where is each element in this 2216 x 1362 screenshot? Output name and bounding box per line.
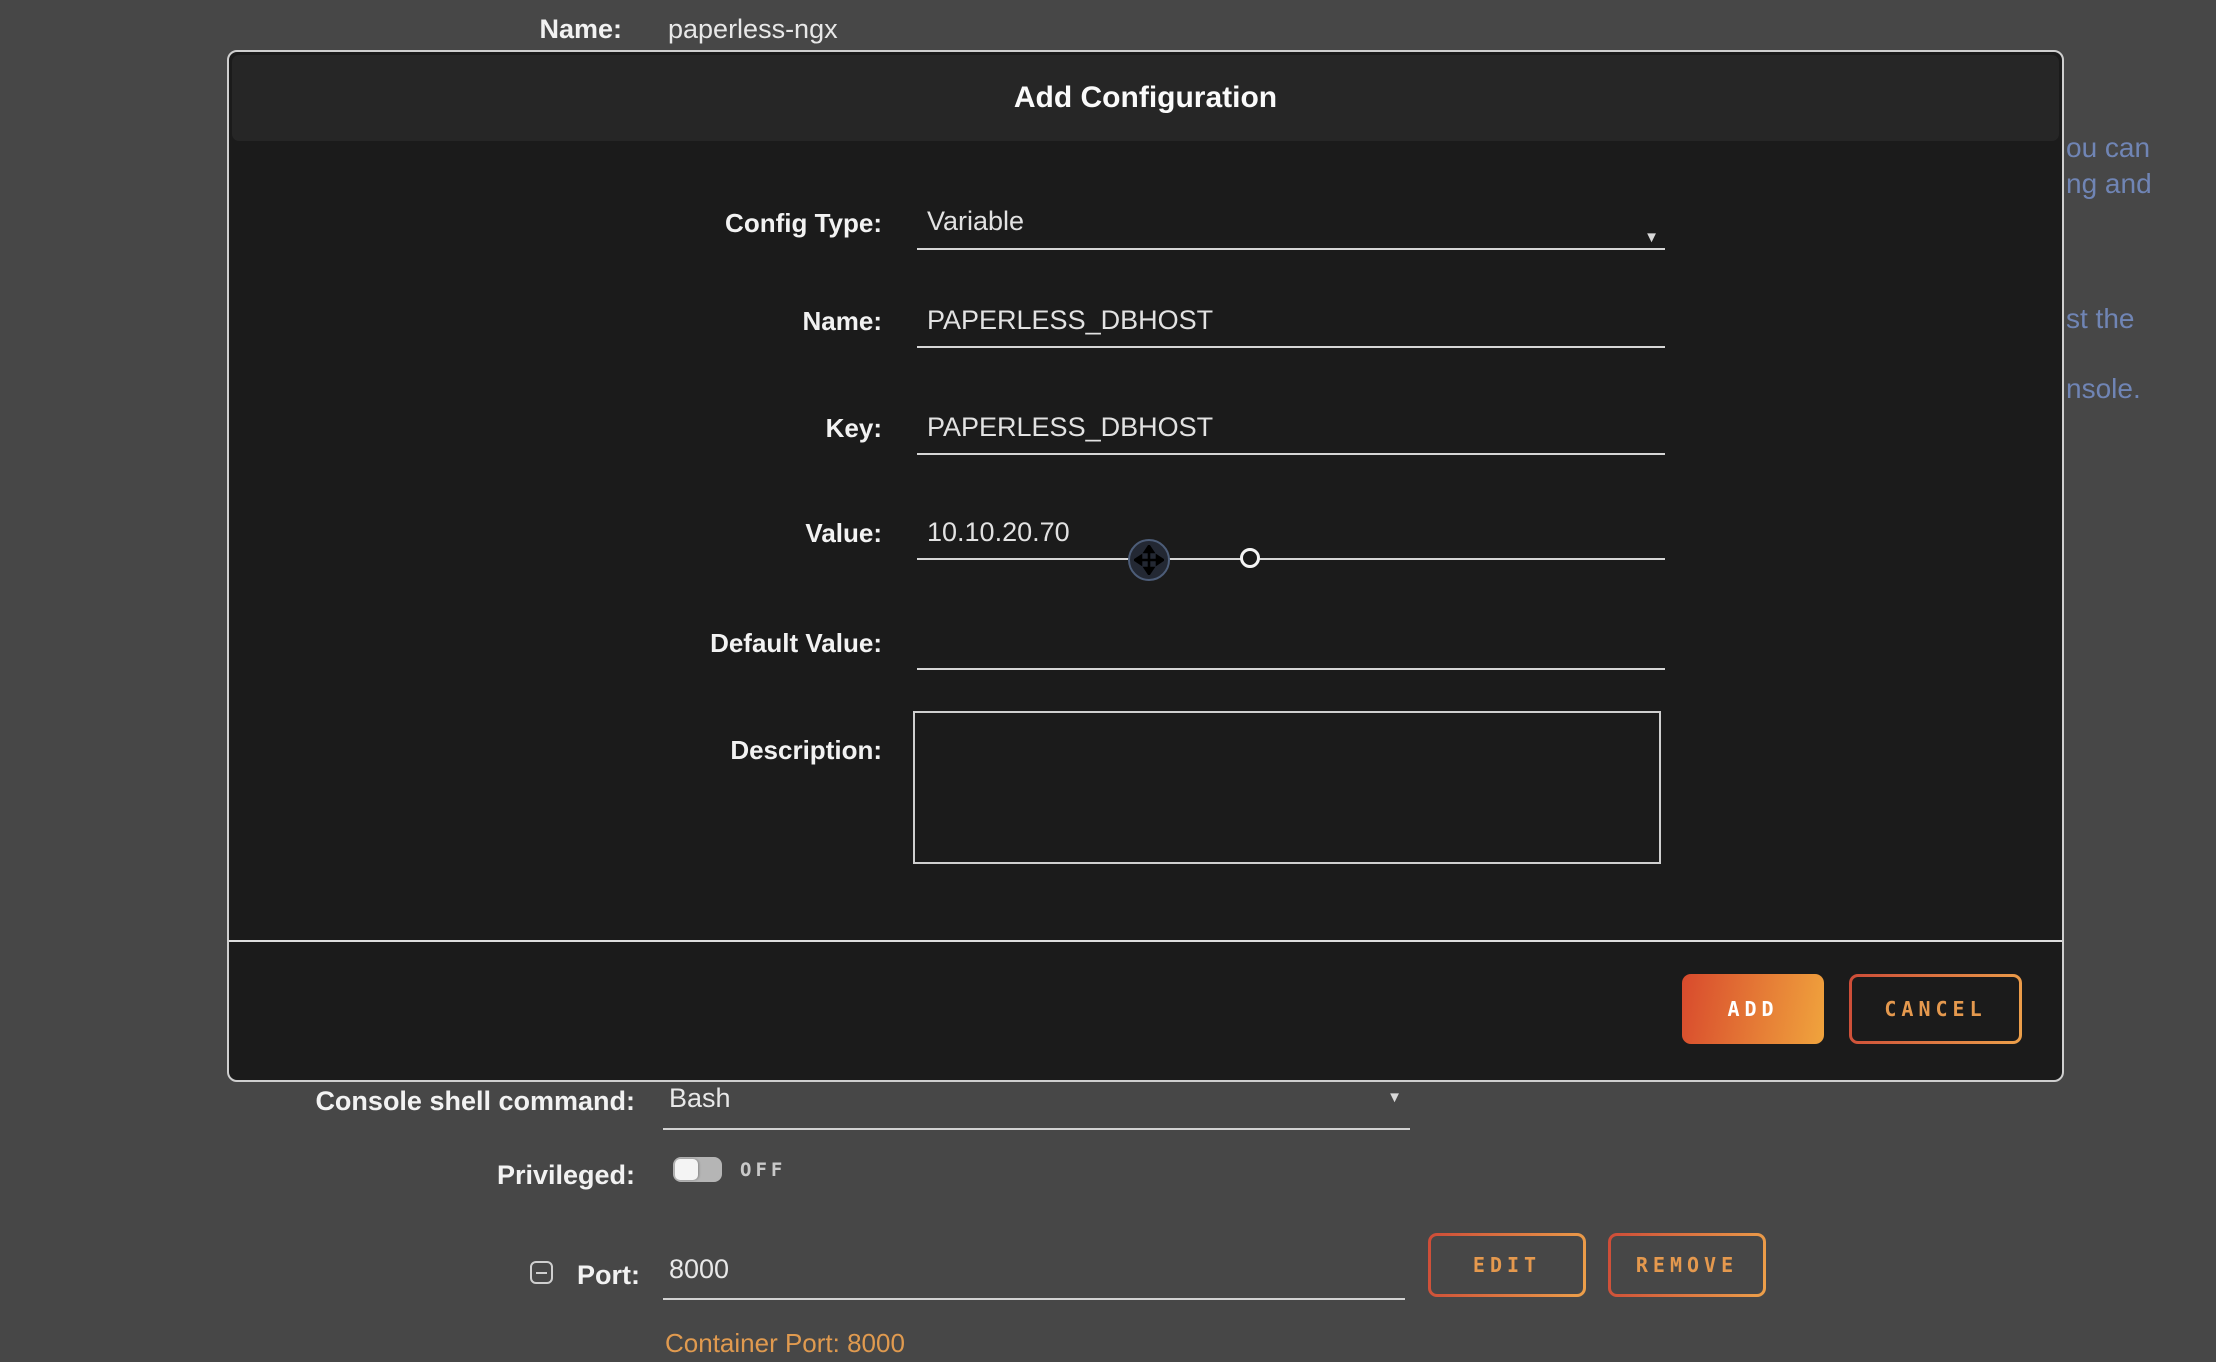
port-value: 8000 bbox=[663, 1254, 729, 1284]
console-shell-value: Bash bbox=[663, 1083, 731, 1113]
name-input[interactable] bbox=[917, 295, 1665, 348]
toggle-knob-icon bbox=[675, 1159, 698, 1180]
container-port-note: Container Port: 8000 bbox=[665, 1328, 905, 1359]
privileged-state: OFF bbox=[740, 1159, 786, 1181]
description-textarea[interactable] bbox=[913, 711, 1661, 864]
chevron-down-icon: ▼ bbox=[1387, 1089, 1402, 1106]
privileged-label: Privileged: bbox=[300, 1160, 635, 1191]
value-label: Value: bbox=[229, 507, 882, 560]
value-input[interactable] bbox=[917, 507, 1665, 560]
config-type-label: Config Type: bbox=[229, 197, 882, 250]
remove-button-label: REMOVE bbox=[1611, 1236, 1763, 1294]
add-button[interactable]: ADD bbox=[1682, 974, 1824, 1044]
dialog-title: Add Configuration bbox=[1014, 81, 1277, 115]
help-text-fragment: nsole. bbox=[2066, 373, 2141, 405]
privileged-toggle[interactable] bbox=[673, 1157, 722, 1182]
console-shell-label: Console shell command: bbox=[200, 1086, 635, 1117]
bg-name-value: paperless-ngx bbox=[668, 14, 838, 45]
key-input[interactable] bbox=[917, 402, 1665, 455]
config-type-value: Variable bbox=[927, 206, 1024, 236]
config-type-select[interactable]: Variable ▼ bbox=[917, 197, 1665, 250]
cancel-button[interactable]: CANCEL bbox=[1849, 974, 2022, 1044]
chevron-down-icon: ▼ bbox=[1644, 213, 1659, 262]
move-cursor-icon bbox=[1128, 539, 1170, 581]
edit-button[interactable]: EDIT bbox=[1428, 1233, 1586, 1297]
click-indicator-icon bbox=[1240, 548, 1260, 568]
name-label: Name: bbox=[229, 295, 882, 348]
port-label: Port: bbox=[440, 1260, 640, 1291]
console-shell-select[interactable]: Bash ▼ bbox=[663, 1083, 1410, 1130]
help-text-fragment: ou can bbox=[2066, 132, 2150, 164]
bg-name-label: Name: bbox=[400, 14, 622, 45]
default-value-input[interactable] bbox=[917, 617, 1665, 670]
cancel-button-label: CANCEL bbox=[1852, 977, 2019, 1041]
dialog-header: Add Configuration bbox=[232, 55, 2059, 141]
help-text-fragment: st the bbox=[2066, 303, 2134, 335]
add-configuration-dialog: Add Configuration Config Type: Variable … bbox=[227, 50, 2064, 1082]
default-value-label: Default Value: bbox=[229, 617, 882, 670]
footer-divider bbox=[229, 940, 2062, 942]
move-arrows-icon bbox=[1134, 545, 1164, 575]
edit-button-label: EDIT bbox=[1431, 1236, 1583, 1294]
key-label: Key: bbox=[229, 402, 882, 455]
description-label: Description: bbox=[229, 732, 882, 768]
remove-button[interactable]: REMOVE bbox=[1608, 1233, 1766, 1297]
help-text-fragment: ng and bbox=[2066, 168, 2152, 200]
port-field[interactable]: 8000 bbox=[663, 1254, 1405, 1300]
